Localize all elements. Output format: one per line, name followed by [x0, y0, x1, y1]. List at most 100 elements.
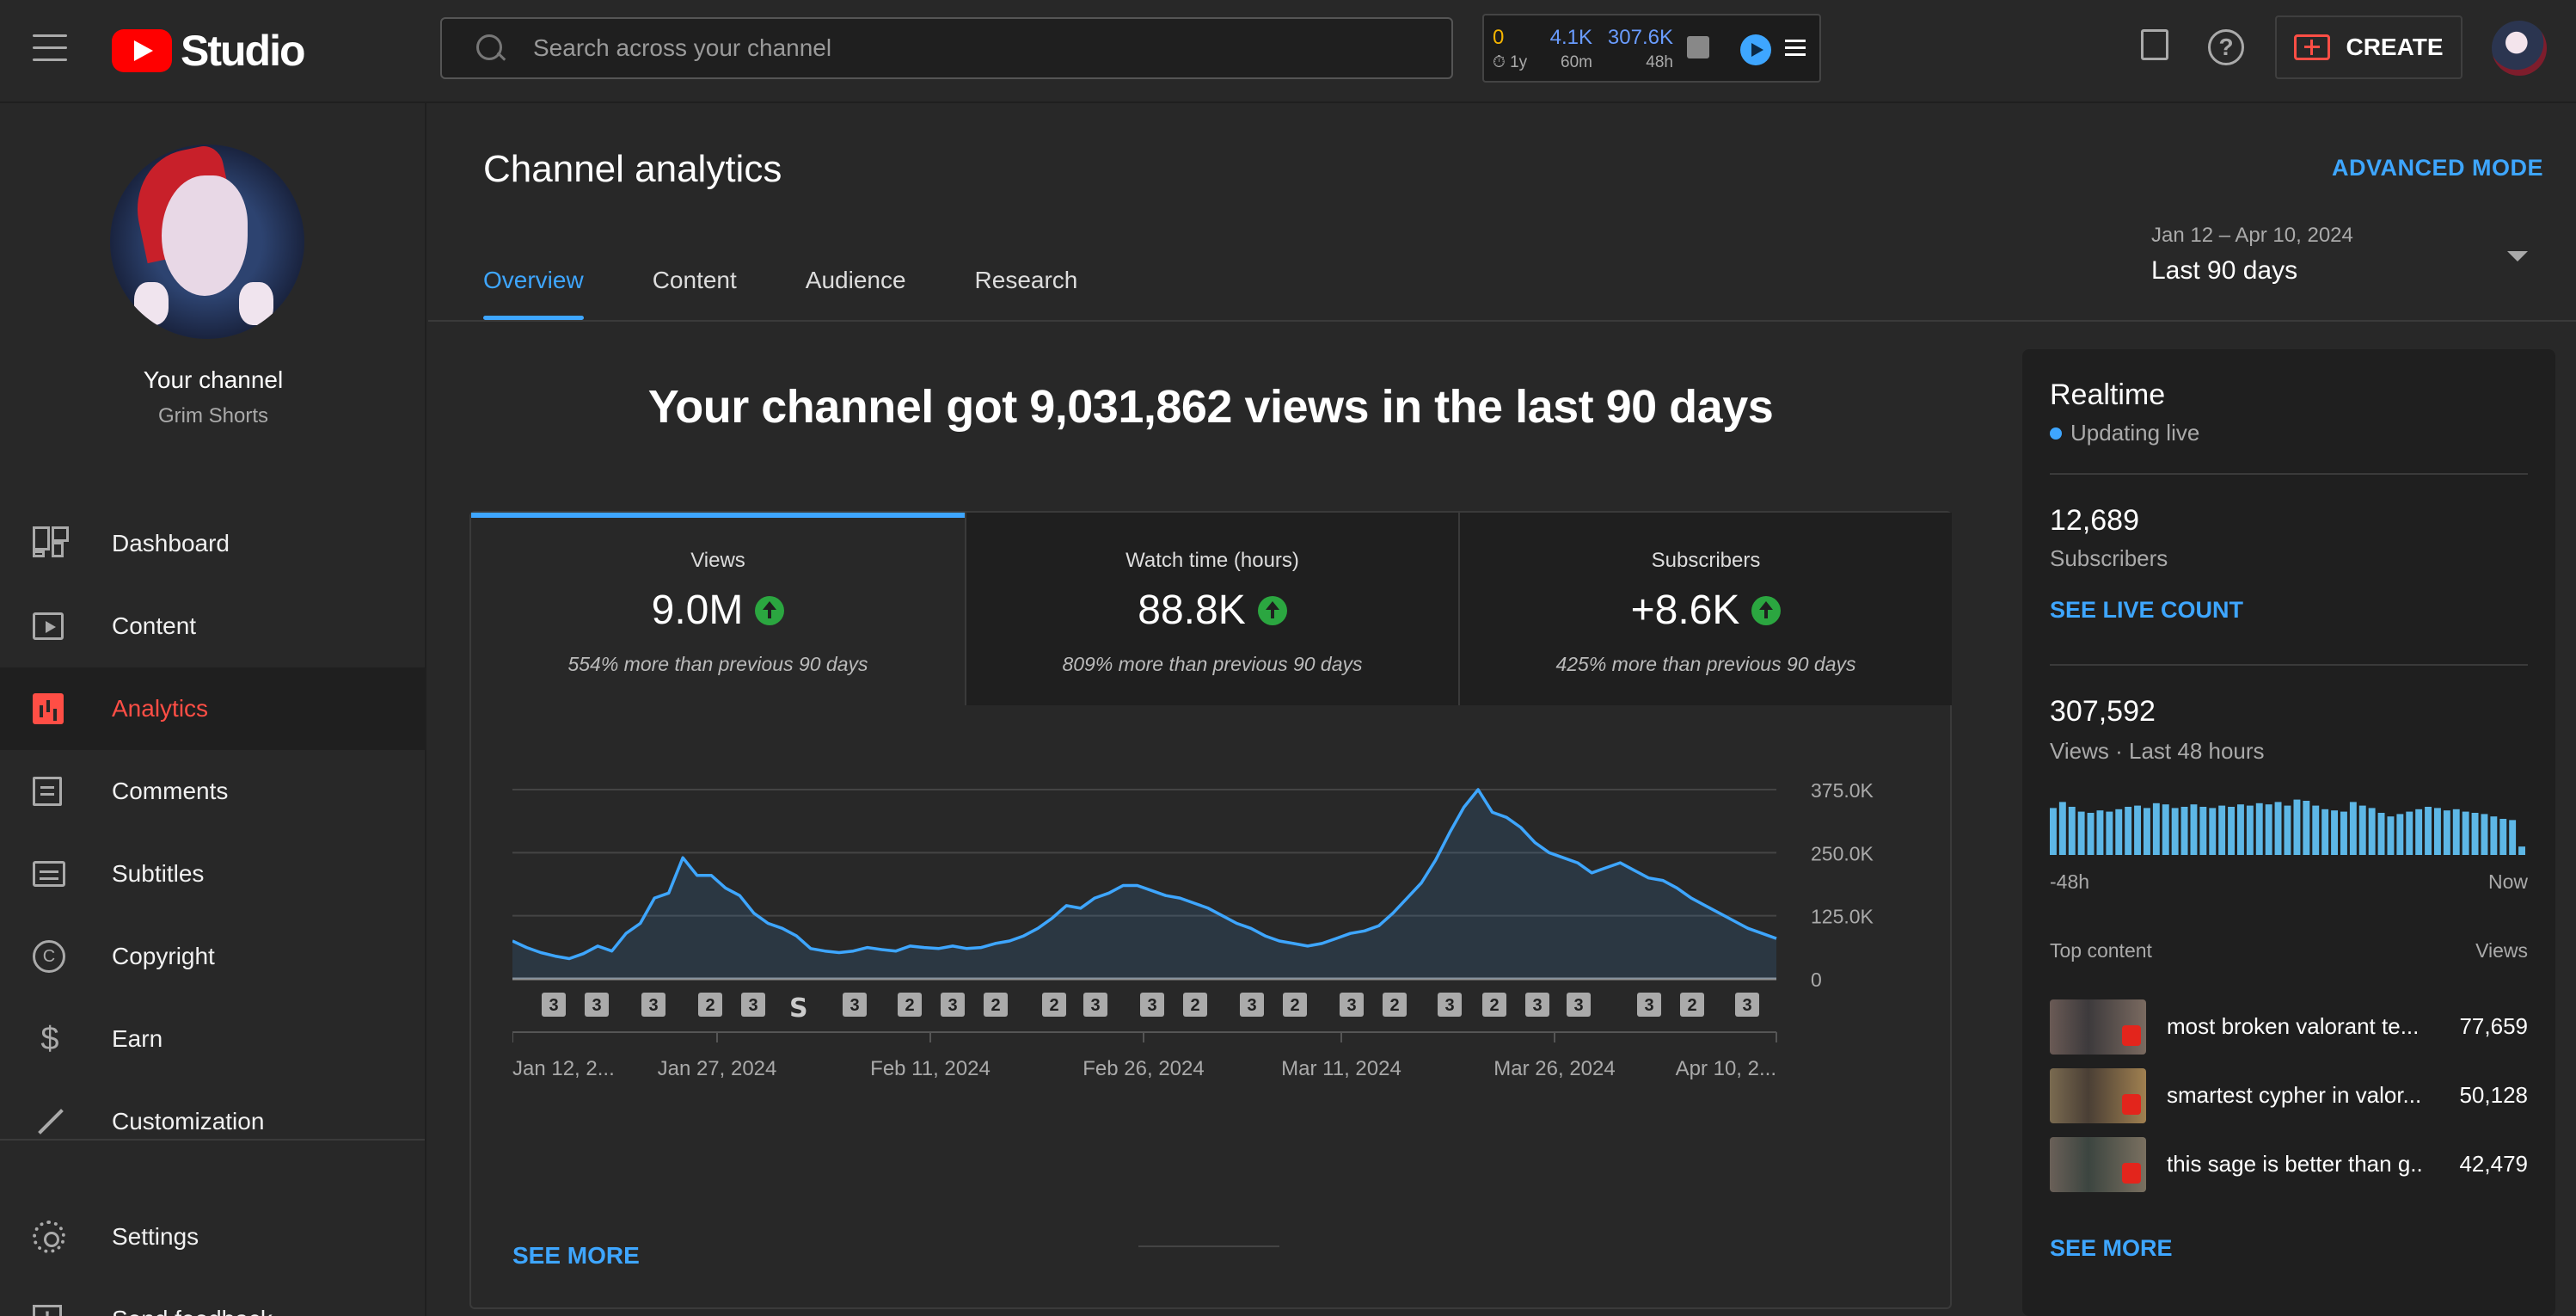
- realtime-bar: [2358, 805, 2366, 855]
- search-bar[interactable]: [440, 17, 1453, 79]
- analytics-icon: [33, 693, 64, 724]
- sidebar-item-label: Earn: [112, 1025, 163, 1052]
- top-content-views-heading: Views: [2475, 939, 2528, 962]
- views-48h-count: 307,592: [2050, 695, 2156, 728]
- metric-note: 809% more than previous 90 days: [1062, 653, 1363, 675]
- upload-marker-count: 3: [592, 996, 601, 1015]
- metric-subscribers[interactable]: Subscribers +8.6K 425% more than previou…: [1458, 513, 1952, 705]
- realtime-bar: [2321, 809, 2329, 855]
- sidebar-item-dashboard[interactable]: Dashboard: [0, 502, 425, 585]
- realtime-bar: [2490, 816, 2498, 855]
- sidebar-item-settings[interactable]: Settings: [0, 1196, 425, 1278]
- views-chart[interactable]: 375.0K 250.0K 125.0K 0 3 3 3 2 3 S 3 2 3 2 2 3 3 2 3 2 3 2 3 2 3…: [512, 748, 1905, 1196]
- x-tick-label: Jan 27, 2024: [658, 1057, 777, 1080]
- x-tick-label: Jan 12, 2...: [512, 1057, 615, 1080]
- stats-extension-widget[interactable]: 0 ⏱ 1y 4.1K 60m 307.6K 48h: [1482, 14, 1821, 83]
- tab-overview[interactable]: Overview: [483, 267, 584, 320]
- stat-60m: 4.1K 60m: [1549, 26, 1592, 71]
- tab-content[interactable]: Content: [653, 267, 737, 320]
- search-icon: [473, 31, 507, 65]
- realtime-bar: [2425, 807, 2432, 855]
- video-title: most broken valorant te...: [2167, 1013, 2420, 1039]
- channel-avatar[interactable]: [110, 145, 304, 339]
- realtime-bar: [2265, 804, 2272, 855]
- top-content-item[interactable]: most broken valorant te... 77,659: [2050, 999, 2528, 1055]
- sidebar-divider: [0, 1139, 425, 1141]
- comments-feedback-icon[interactable]: [2141, 29, 2168, 60]
- copyright-icon: C: [33, 940, 65, 973]
- video-title: smartest cypher in valor...: [2167, 1082, 2422, 1108]
- dashboard-icon: [33, 526, 69, 561]
- sidebar-item-customization[interactable]: Customization: [0, 1080, 425, 1163]
- create-button[interactable]: CREATE: [2275, 15, 2463, 79]
- see-live-count-button[interactable]: SEE LIVE COUNT: [2050, 597, 2243, 624]
- realtime-bar: [2125, 807, 2132, 855]
- shorts-icon: [2122, 1163, 2141, 1184]
- sidebar-item-copyright[interactable]: C Copyright: [0, 915, 425, 998]
- divider: [2050, 664, 2528, 666]
- realtime-bar: [2077, 811, 2085, 855]
- account-avatar[interactable]: [2492, 21, 2547, 76]
- upload-marker-count: 3: [1346, 996, 1356, 1015]
- help-icon[interactable]: ?: [2208, 29, 2244, 65]
- sidebar-item-feedback[interactable]: ! Send feedback: [0, 1278, 425, 1316]
- realtime-bar: [2274, 802, 2282, 855]
- trend-up-icon: [1751, 595, 1782, 625]
- menu-icon[interactable]: [33, 34, 67, 62]
- upload-marker-count: 2: [1049, 996, 1058, 1015]
- y-tick-label: 0: [1811, 969, 1822, 991]
- sidebar-item-subtitles[interactable]: Subtitles: [0, 833, 425, 915]
- realtime-bar: [2228, 807, 2235, 855]
- widget-menu-icon[interactable]: [1785, 40, 1806, 60]
- see-more-top-content-button[interactable]: SEE MORE: [2050, 1235, 2173, 1262]
- content-icon: [33, 612, 64, 640]
- realtime-bar: [2377, 813, 2385, 855]
- upload-marker-count: 3: [549, 996, 558, 1015]
- search-input[interactable]: [533, 34, 1393, 62]
- sidebar-item-content[interactable]: Content: [0, 585, 425, 667]
- divider: [2050, 473, 2528, 475]
- shorts-icon: [2122, 1025, 2141, 1046]
- video-views: 50,128: [2459, 1082, 2528, 1108]
- metric-value: +8.6K: [1460, 587, 1952, 634]
- shorts-icon: [2122, 1094, 2141, 1115]
- upload-marker-count: 3: [648, 996, 658, 1015]
- sidebar-item-analytics[interactable]: Analytics: [0, 667, 425, 750]
- metric-watch-time[interactable]: Watch time (hours) 88.8K 809% more than …: [965, 513, 1458, 705]
- realtime-bar: [2340, 811, 2347, 855]
- upload-marker-count: 3: [1147, 996, 1156, 1015]
- realtime-bar: [2096, 810, 2104, 855]
- metric-views[interactable]: Views 9.0M 554% more than previous 90 da…: [471, 513, 965, 705]
- chevron-down-icon[interactable]: [2507, 251, 2528, 261]
- trend-up-icon: [755, 595, 785, 625]
- realtime-bar-chart[interactable]: [2050, 793, 2528, 855]
- advanced-mode-button[interactable]: ADVANCED MODE: [2332, 155, 2543, 181]
- customization-icon: [33, 1104, 67, 1139]
- realtime-bar: [2434, 808, 2441, 855]
- tab-audience[interactable]: Audience: [806, 267, 906, 320]
- date-range-picker[interactable]: Jan 12 – Apr 10, 2024 Last 90 days: [2151, 224, 2353, 286]
- metric-note: 554% more than previous 90 days: [567, 653, 868, 675]
- realtime-bar: [2387, 816, 2395, 855]
- top-content-item[interactable]: smartest cypher in valor... 50,128: [2050, 1068, 2528, 1123]
- realtime-bar: [2058, 802, 2066, 855]
- sidebar-item-earn[interactable]: $ Earn: [0, 998, 425, 1080]
- axis-end-label: Now: [2487, 870, 2528, 893]
- y-tick-label: 375.0K: [1811, 779, 1874, 802]
- settings-icon: [33, 1221, 65, 1253]
- upload-marker-count: 3: [1742, 996, 1751, 1015]
- studio-logo[interactable]: Studio: [112, 26, 306, 76]
- scroll-indicator: [1138, 1245, 1279, 1247]
- see-more-button[interactable]: SEE MORE: [512, 1242, 640, 1270]
- video-views: 77,659: [2459, 1013, 2528, 1039]
- live-dot-icon: [2050, 427, 2062, 440]
- play-extension-icon[interactable]: [1740, 34, 1771, 65]
- sidebar-item-comments[interactable]: Comments: [0, 750, 425, 833]
- tab-research[interactable]: Research: [975, 267, 1078, 320]
- top-content-item[interactable]: this sage is better than g... 42,479: [2050, 1137, 2528, 1192]
- realtime-bar: [2218, 805, 2226, 855]
- metric-note: 425% more than previous 90 days: [1555, 653, 1856, 675]
- views-area: [512, 790, 1776, 979]
- tabs-divider: [428, 320, 2576, 322]
- bar-chart-icon[interactable]: [1687, 36, 1709, 58]
